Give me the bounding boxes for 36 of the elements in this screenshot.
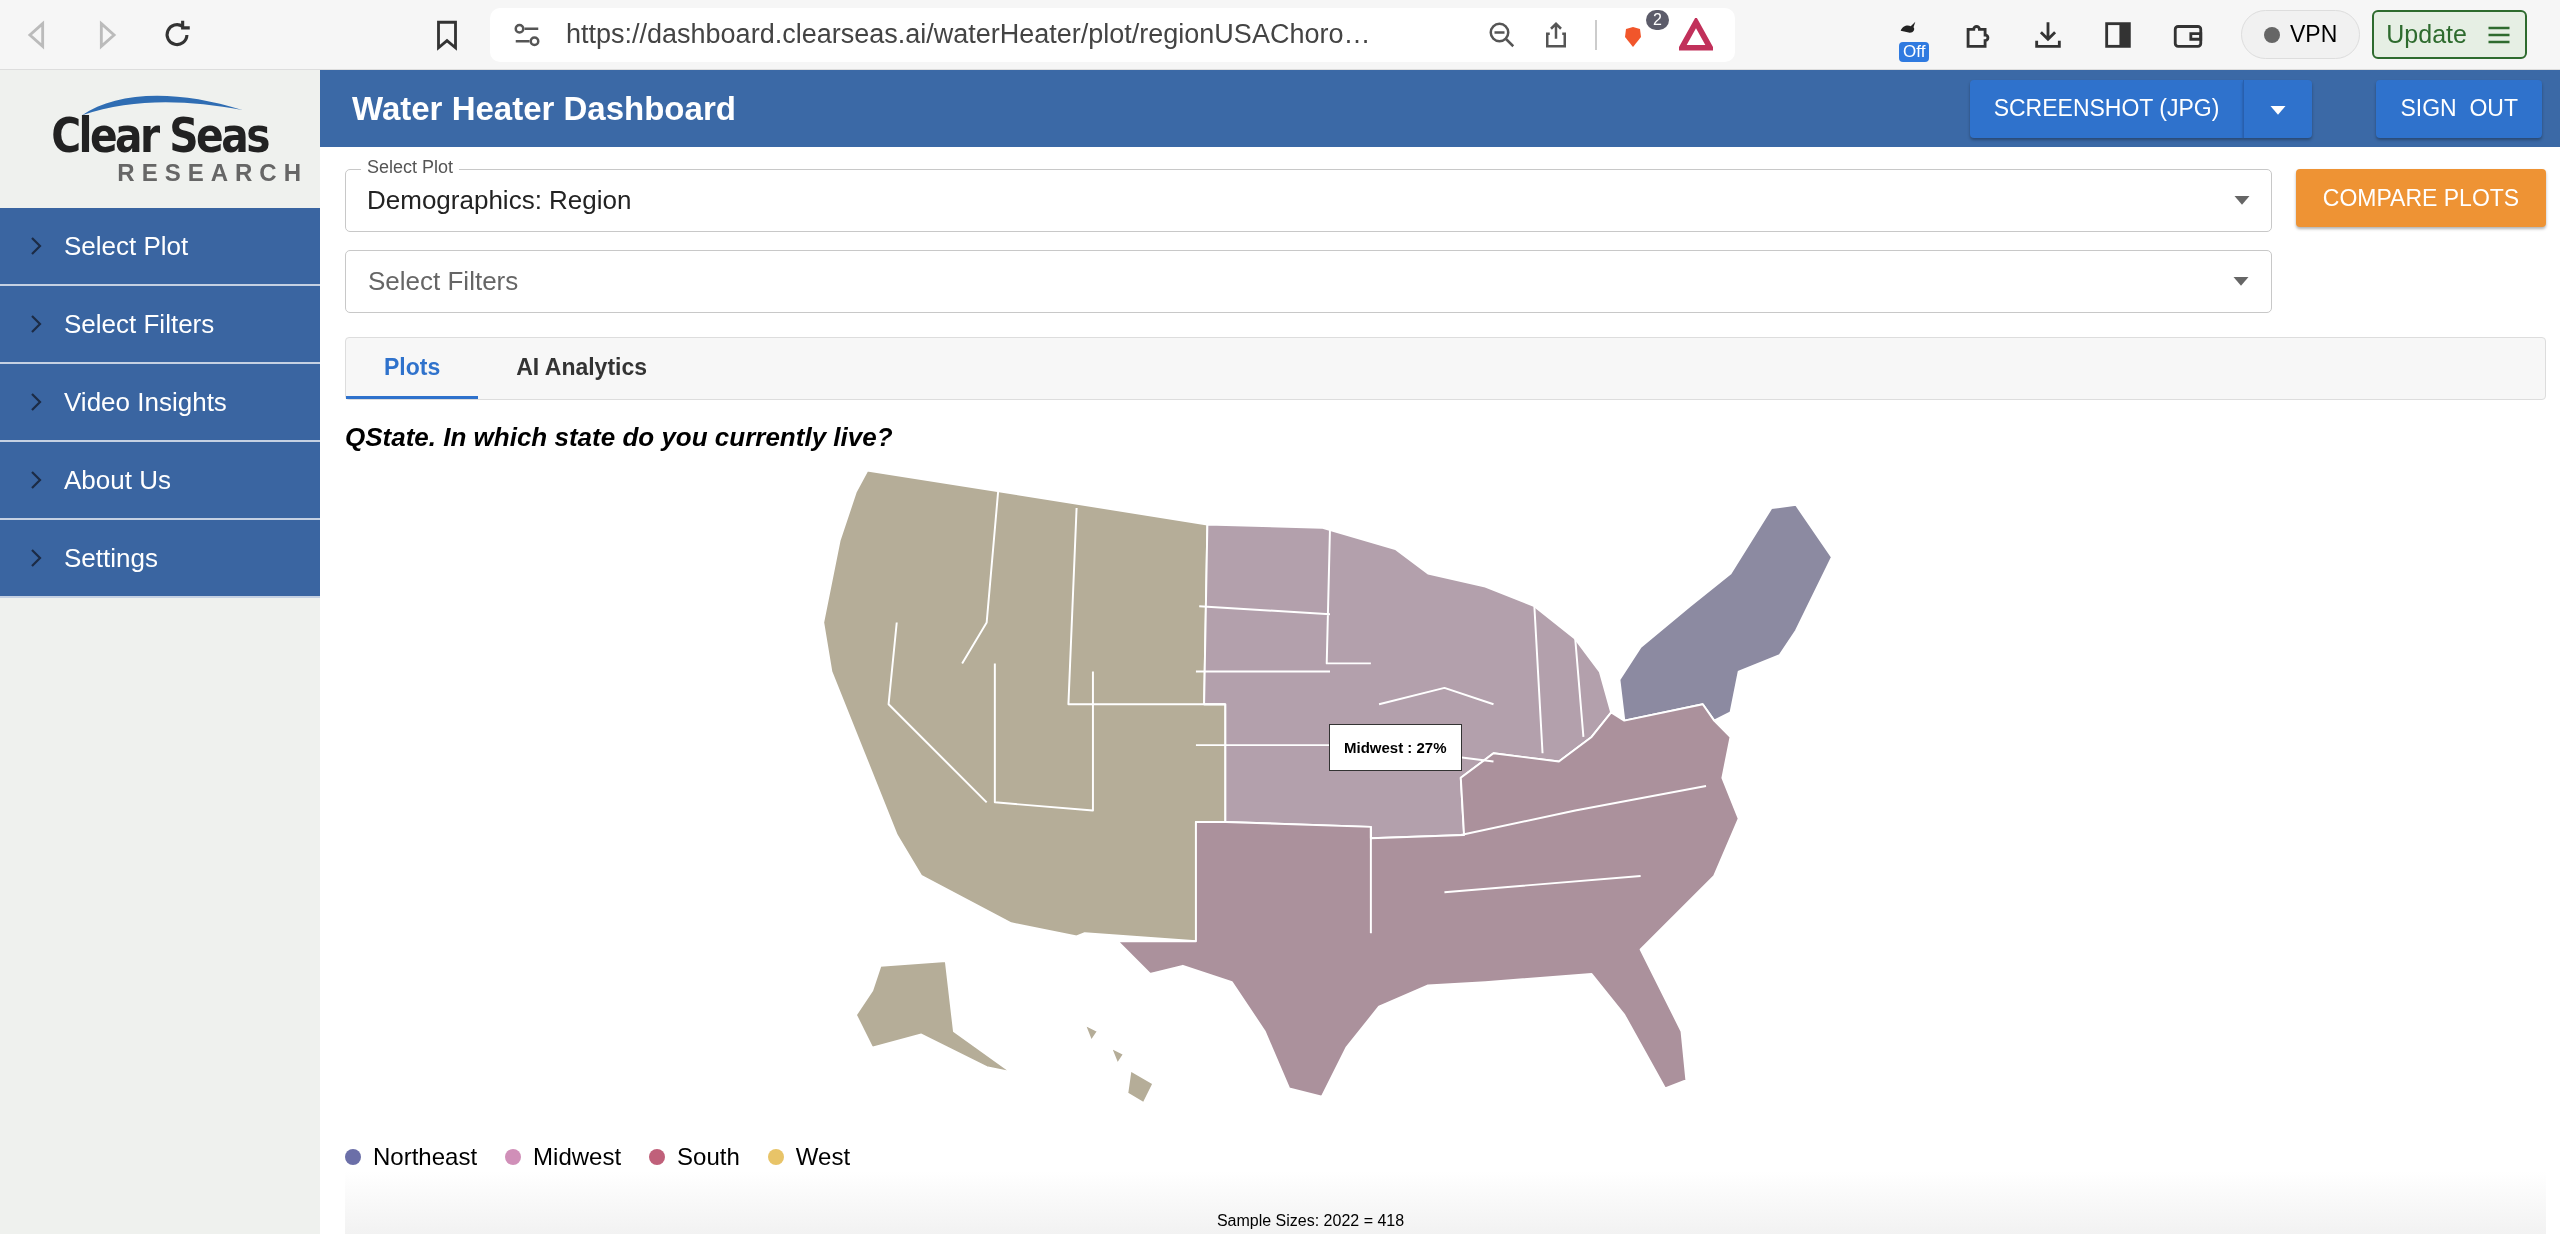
- select-plot-field[interactable]: Select Plot Demographics: Region: [345, 157, 2272, 232]
- sign-out-button[interactable]: SIGN OUT: [2376, 79, 2542, 138]
- legend-label: South: [677, 1143, 740, 1171]
- logo-name: Clear Seas: [51, 111, 269, 159]
- question-title: QState. In which state do you currently live?: [345, 422, 894, 453]
- off-badge: Off: [1899, 41, 1930, 62]
- sidebar-item[interactable]: Video Insights: [0, 364, 320, 442]
- tab[interactable]: Plots: [346, 338, 479, 399]
- dropdown-arrow-icon: [2233, 276, 2249, 287]
- sidebar-item[interactable]: Settings: [0, 520, 320, 598]
- legend-label: Northeast: [373, 1143, 478, 1171]
- dropdown-arrow-icon: [2234, 195, 2250, 206]
- chevron-icon: [30, 548, 42, 568]
- screenshot-button[interactable]: SCREENSHOT (JPG): [1969, 79, 2244, 138]
- vpn-button[interactable]: VPN: [2241, 10, 2361, 59]
- url-text: https://dashboard.clearseas.ai/waterHeater/plot/regionUSAChoro…: [566, 19, 1372, 50]
- sidebar-item[interactable]: About Us: [0, 442, 320, 520]
- shields-count-badge: 2: [1646, 9, 1669, 30]
- update-button[interactable]: Update: [2372, 10, 2527, 59]
- sidebar-item[interactable]: Select Filters: [0, 286, 320, 364]
- chevron-icon: [30, 236, 42, 256]
- triangle-logo-icon[interactable]: [1679, 17, 1713, 52]
- caret-icon: [2270, 106, 2287, 116]
- logo-tagline: RESEARCH: [117, 159, 308, 187]
- select-filters-field[interactable]: Select Filters: [345, 250, 2272, 313]
- map-tooltip: Midwest : 27%: [1329, 724, 1462, 771]
- sample-size-note: Sample Sizes: 2022 = 418: [1216, 1212, 1405, 1230]
- legend-label: West: [795, 1143, 851, 1171]
- tab[interactable]: AI Analytics: [478, 338, 686, 399]
- sidebar-item[interactable]: Select Plot: [0, 208, 320, 286]
- legend-label: Midwest: [533, 1143, 622, 1171]
- chevron-icon: [30, 470, 42, 490]
- address-bar[interactable]: https://dashboard.clearseas.ai/waterHeater/plot/regionUSAChoro… 2: [490, 7, 1735, 62]
- chevron-icon: [30, 392, 42, 412]
- app-title: Water Heater Dashboard: [352, 89, 737, 128]
- chevron-icon: [30, 314, 42, 334]
